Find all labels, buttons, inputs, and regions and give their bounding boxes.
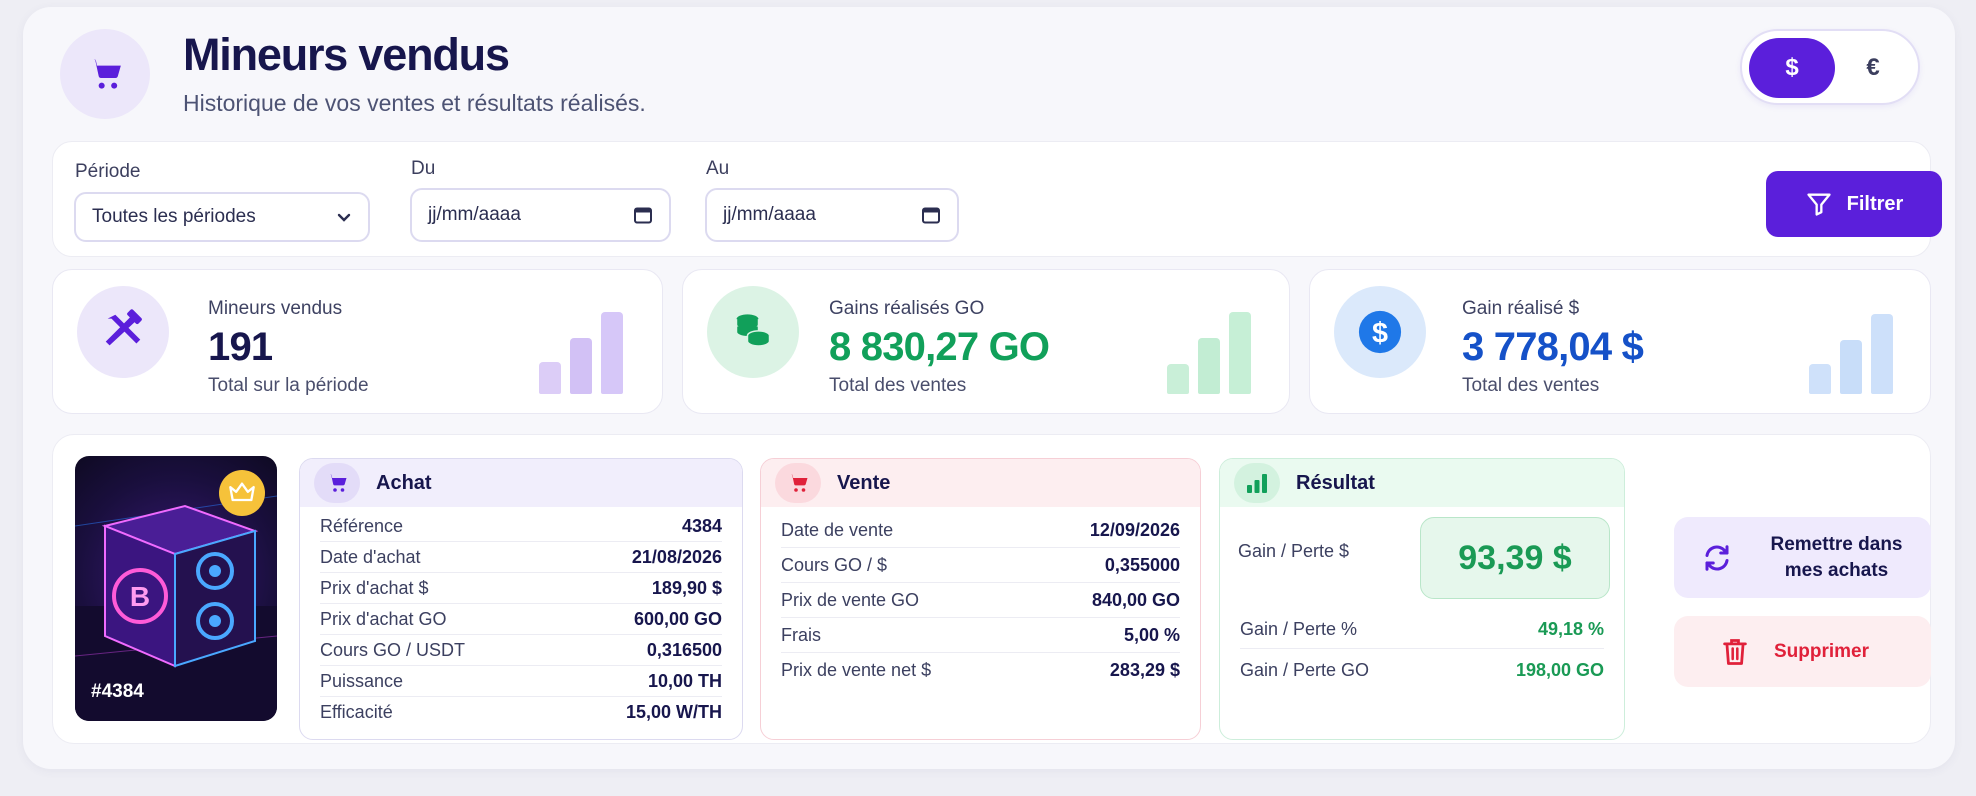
result-panel-header: Résultat — [1220, 459, 1624, 507]
coins-icon — [707, 286, 799, 378]
refresh-icon — [1702, 543, 1732, 573]
purchase-panel-header: Achat — [300, 459, 742, 507]
period-select[interactable]: Toutes les périodes — [74, 192, 370, 242]
restore-button-label: Remettre dans mes achats — [1770, 533, 1903, 581]
stat-label: Gain réalisé $ — [1462, 298, 1580, 319]
trash-icon — [1722, 637, 1748, 667]
purchase-row: Efficacité 15,00 W/TH — [320, 702, 722, 722]
sale-row: Prix de vente net $283,29 $ — [781, 660, 1180, 680]
to-date-input[interactable]: jj/mm/aaaa — [705, 188, 959, 242]
currency-eur-button[interactable]: € — [1830, 38, 1916, 98]
purchase-row: Date d'achat 21/08/2026 — [320, 542, 722, 573]
sale-rows: Date de vente 12/09/2026 Cours GO / $0,35… — [761, 507, 1200, 688]
period-label: Période — [75, 161, 141, 182]
stat-sub: Total des ventes — [1462, 375, 1600, 396]
to-date-placeholder: jj/mm/aaaa — [723, 204, 816, 225]
bar-chart-icon — [1167, 308, 1257, 394]
page-title: Mineurs vendus — [183, 29, 510, 80]
result-panel: Résultat Gain / Perte $ 93,39 $ Gain / P… — [1219, 458, 1625, 740]
sale-row: Cours GO / $0,355000 — [781, 548, 1180, 583]
bar-chart-icon — [539, 308, 629, 394]
bar-chart-icon — [1234, 463, 1280, 503]
calendar-icon[interactable] — [921, 205, 941, 225]
page-subtitle: Historique de vos ventes et résultats ré… — [183, 90, 646, 116]
purchase-panel-title: Achat — [376, 471, 432, 494]
sale-panel-title: Vente — [837, 471, 891, 494]
from-label: Du — [411, 158, 436, 179]
pickaxe-hammer-icon — [77, 286, 169, 378]
funnel-icon — [1806, 193, 1831, 216]
dollar-icon: $ — [1334, 286, 1426, 378]
purchase-row: Cours GO / USDT 0,316500 — [320, 635, 722, 666]
gain-usd-value: 93,39 $ — [1420, 517, 1610, 599]
purchase-row: Référence 4384 — [320, 511, 722, 542]
stat-label: Gains réalisés GO — [829, 298, 985, 319]
miner-id-label: #4384 — [91, 681, 144, 702]
filter-button-label: Filtrer — [1846, 192, 1904, 215]
to-label: Au — [706, 158, 730, 179]
sale-panel: Vente Date de vente 12/09/2026 Cours GO /… — [760, 458, 1201, 740]
sold-miner-card: B #4384 Achat Référence 4384 Date d'acha… — [52, 434, 1931, 744]
stat-sub: Total des ventes — [829, 375, 967, 396]
calendar-icon[interactable] — [633, 205, 653, 225]
period-select-value: Toutes les périodes — [92, 206, 256, 227]
stat-value: 191 — [208, 325, 273, 369]
stat-card-gain-usd: $ Gain réalisé $ 3 778,04 $ Total des ve… — [1309, 269, 1931, 414]
stat-card-miners-sold: Mineurs vendus 191 Total sur la période — [52, 269, 663, 414]
chevron-down-icon — [336, 211, 352, 223]
purchase-panel: Achat Référence 4384 Date d'achat 21/08/20… — [299, 458, 743, 740]
stat-value: 3 778,04 $ — [1462, 325, 1644, 369]
stat-card-gains-go: Gains réalisés GO 8 830,27 GO Total des … — [682, 269, 1290, 414]
cart-icon — [775, 463, 821, 503]
purchase-row: Puissance 10,00 TH — [320, 666, 722, 697]
sale-row: Date de vente 12/09/2026 — [781, 513, 1180, 548]
filter-button[interactable]: Filtrer — [1766, 171, 1942, 237]
gain-usd-label: Gain / Perte $ — [1238, 541, 1350, 561]
currency-toggle: $ € — [1740, 29, 1920, 105]
svg-text:$: $ — [1372, 318, 1388, 350]
stat-value: 8 830,27 GO — [829, 325, 1050, 369]
svg-text:B: B — [130, 581, 150, 612]
sale-row: Prix de vente GO 840,00 GO — [781, 583, 1180, 618]
stat-sub: Total sur la période — [208, 375, 369, 396]
result-panel-title: Résultat — [1296, 471, 1375, 494]
stat-label: Mineurs vendus — [208, 298, 343, 319]
crown-icon — [219, 470, 265, 516]
sale-panel-header: Vente — [761, 459, 1200, 507]
purchase-rows: Référence 4384 Date d'achat 21/08/2026 Pri… — [300, 507, 742, 728]
sale-row: Frais 5,00 % — [781, 618, 1180, 653]
from-date-input[interactable]: jj/mm/aaaa — [410, 188, 671, 242]
purchase-row: Prix d'achat $189,90 $ — [320, 573, 722, 604]
bar-chart-icon — [1809, 308, 1899, 394]
delete-button-label: Supprimer — [1774, 640, 1870, 662]
filter-bar: Période Toutes les périodes Du jj/mm/aaa… — [52, 141, 1942, 257]
cart-icon — [60, 29, 150, 119]
cart-icon — [314, 463, 360, 503]
gain-go-row: Gain / Perte GO 198,00 GO — [1240, 659, 1604, 680]
from-date-placeholder: jj/mm/aaaa — [428, 204, 521, 225]
currency-usd-button[interactable]: $ — [1749, 38, 1835, 98]
miner-image[interactable]: B #4384 — [75, 456, 277, 721]
gain-pct-row: Gain / Perte % 49,18 % — [1240, 611, 1604, 649]
purchase-row: Prix d'achat GO 600,00 GO — [320, 604, 722, 635]
delete-button[interactable]: Supprimer — [1674, 616, 1931, 687]
restore-to-purchases-button[interactable]: Remettre dans mes achats — [1674, 517, 1931, 598]
sold-miners-page: Mineurs vendus Historique de vos ventes … — [23, 7, 1955, 769]
